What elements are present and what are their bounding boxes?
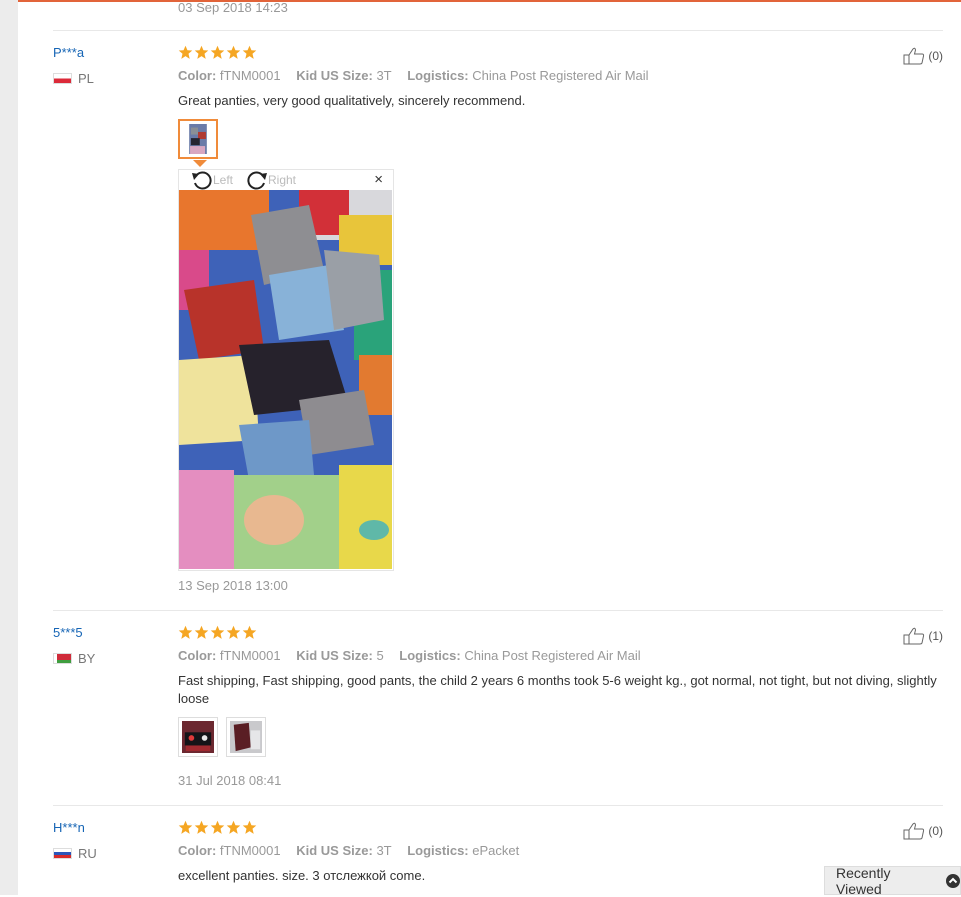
review-separator bbox=[53, 610, 943, 611]
thumbnail-pointer bbox=[193, 160, 207, 167]
flag-pl-icon bbox=[53, 73, 72, 84]
size-value: 5 bbox=[376, 648, 384, 663]
reviewer-name[interactable]: H***n bbox=[53, 820, 85, 835]
thumbs-up-icon bbox=[903, 627, 925, 645]
thumbs-up-icon bbox=[903, 822, 925, 840]
review-meta: Color: fTNM0001 Kid US Size: 3T Logistic… bbox=[178, 68, 661, 83]
star-rating bbox=[178, 820, 257, 835]
country-code: PL bbox=[78, 71, 94, 86]
reviewer-name[interactable]: P***a bbox=[53, 45, 84, 60]
logistics-value: ePacket bbox=[472, 843, 520, 858]
color-value: fTNM0001 bbox=[219, 68, 281, 83]
review-date: 31 Jul 2018 08:41 bbox=[178, 773, 282, 788]
star-rating bbox=[178, 45, 257, 60]
star-icon bbox=[226, 625, 241, 639]
rotate-left-label: Left bbox=[213, 173, 234, 187]
size-value: 3T bbox=[376, 68, 392, 83]
country-code: BY bbox=[78, 651, 96, 666]
top-accent-line bbox=[18, 0, 961, 2]
size-value: 3T bbox=[376, 843, 392, 858]
country-code: RU bbox=[78, 846, 97, 861]
star-icon bbox=[194, 45, 209, 59]
logistics-value: China Post Registered Air Mail bbox=[472, 68, 649, 83]
close-icon[interactable]: × bbox=[374, 171, 383, 188]
flag-ru-icon bbox=[53, 848, 72, 859]
rotate-right-icon bbox=[247, 171, 267, 190]
size-label: Kid US Size: bbox=[296, 68, 373, 83]
review-text: Fast shipping, Fast shipping, good pants… bbox=[178, 673, 937, 706]
rotate-right-button[interactable]: Right bbox=[246, 170, 296, 190]
star-icon bbox=[210, 625, 225, 639]
review-photo-thumbnail[interactable] bbox=[178, 119, 218, 159]
flag-by-icon bbox=[53, 653, 72, 664]
star-rating bbox=[178, 625, 257, 640]
star-icon bbox=[178, 820, 193, 834]
helpful-button[interactable]: (0) bbox=[903, 47, 943, 65]
star-icon bbox=[178, 625, 193, 639]
star-icon bbox=[210, 820, 225, 834]
review-meta: Color: fTNM0001 Kid US Size: 3T Logistic… bbox=[178, 843, 531, 858]
logistics-value: China Post Registered Air Mail bbox=[464, 648, 641, 663]
helpful-count: (1) bbox=[928, 629, 943, 643]
rotate-right-label: Right bbox=[268, 173, 297, 187]
color-label: Color: bbox=[178, 68, 217, 83]
viewer-toolbar: Left Right × bbox=[179, 170, 393, 190]
helpful-count: (0) bbox=[928, 49, 943, 63]
star-icon bbox=[210, 45, 225, 59]
left-gutter bbox=[0, 0, 18, 895]
rotate-left-icon bbox=[192, 171, 212, 190]
helpful-count: (0) bbox=[928, 824, 943, 838]
color-label: Color: bbox=[178, 843, 217, 858]
size-label: Kid US Size: bbox=[296, 843, 373, 858]
review-date: 03 Sep 2018 14:23 bbox=[178, 0, 288, 15]
star-icon bbox=[226, 820, 241, 834]
star-icon bbox=[226, 45, 241, 59]
review-separator bbox=[53, 30, 943, 31]
chevron-up-icon bbox=[946, 873, 960, 888]
color-label: Color: bbox=[178, 648, 217, 663]
recently-viewed-label: Recently Viewed bbox=[836, 864, 891, 897]
logistics-label: Logistics: bbox=[407, 843, 469, 858]
star-icon bbox=[242, 45, 257, 59]
logistics-label: Logistics: bbox=[399, 648, 461, 663]
color-value: fTNM0001 bbox=[219, 648, 281, 663]
rotate-left-button[interactable]: Left bbox=[191, 170, 233, 190]
thumbs-up-icon bbox=[903, 47, 925, 65]
size-label: Kid US Size: bbox=[296, 648, 373, 663]
review-photo-thumbnail[interactable] bbox=[178, 717, 218, 757]
recently-viewed-button[interactable]: Recently Viewed bbox=[824, 864, 961, 897]
review-text: Great panties, very good qualitatively, … bbox=[178, 93, 526, 108]
reviewer-country: RU bbox=[53, 846, 97, 861]
helpful-button[interactable]: (1) bbox=[903, 627, 943, 645]
logistics-label: Logistics: bbox=[407, 68, 469, 83]
star-icon bbox=[242, 820, 257, 834]
review-photo-large bbox=[179, 190, 392, 569]
star-icon bbox=[242, 625, 257, 639]
star-icon bbox=[178, 45, 193, 59]
review-date: 13 Sep 2018 13:00 bbox=[178, 578, 288, 593]
photo-thumbnail-image bbox=[189, 124, 207, 154]
color-value: fTNM0001 bbox=[219, 843, 281, 858]
star-icon bbox=[194, 625, 209, 639]
review-separator bbox=[53, 805, 943, 806]
reviewer-country: BY bbox=[53, 651, 95, 666]
photo-viewer: Left Right × bbox=[178, 169, 394, 571]
review-meta: Color: fTNM0001 Kid US Size: 5 Logistics… bbox=[178, 648, 653, 663]
reviewer-name[interactable]: 5***5 bbox=[53, 625, 83, 640]
star-icon bbox=[194, 820, 209, 834]
review-photo-thumbnail[interactable] bbox=[226, 717, 266, 757]
helpful-button[interactable]: (0) bbox=[903, 822, 943, 840]
photo-thumbnail-image bbox=[230, 721, 262, 753]
reviewer-country: PL bbox=[53, 71, 94, 86]
photo-thumbnail-image bbox=[182, 721, 214, 753]
